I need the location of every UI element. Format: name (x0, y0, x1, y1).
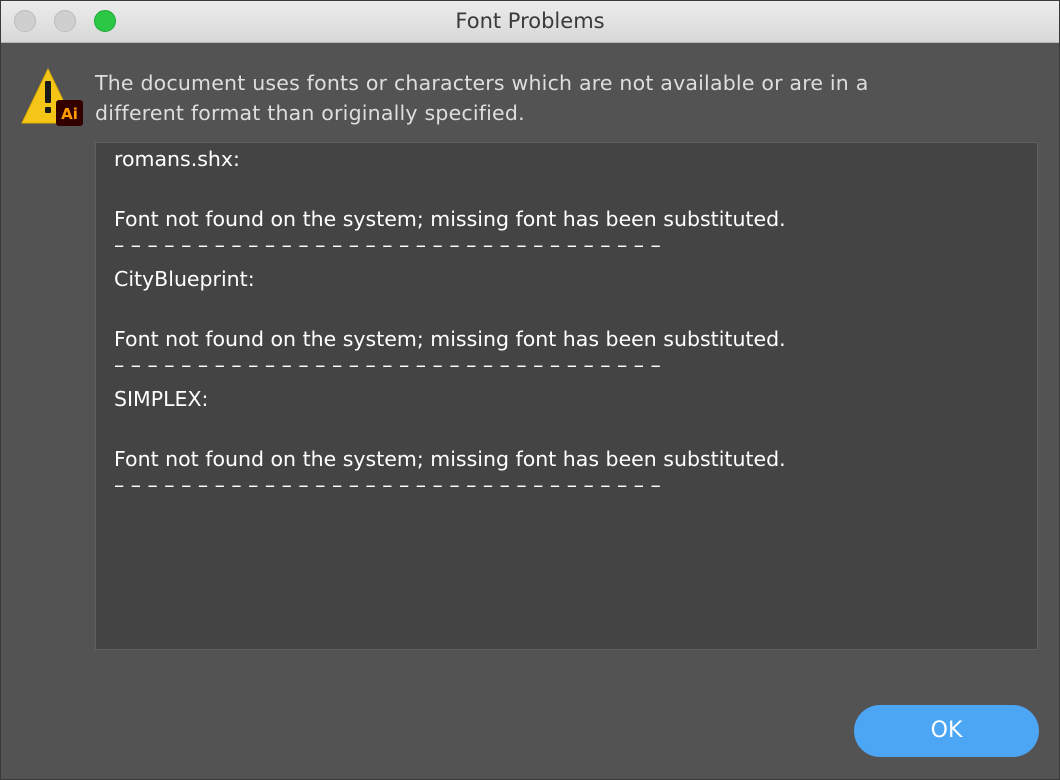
report-separator: – – – – – – – – – – – – – – – – – – – – … (114, 233, 661, 257)
report-line: Font not found on the system; missing fo… (114, 327, 786, 351)
alert-message-line-1: The document uses fonts or characters wh… (95, 71, 869, 95)
report-line: romans.shx: (114, 147, 240, 171)
warning-illustrator-icon: Ai (21, 67, 83, 126)
font-problems-dialog: Font Problems Ai The document uses fonts… (0, 0, 1060, 780)
report-line: CityBlueprint: (114, 267, 255, 291)
report-line: SIMPLEX: (114, 387, 209, 411)
alert-message-line-2: different format than originally specifi… (95, 101, 525, 125)
window-title: Font Problems (455, 9, 605, 33)
report-separator: – – – – – – – – – – – – – – – – – – – – … (114, 353, 661, 377)
ai-badge-text: Ai (61, 105, 78, 123)
report-line: Font not found on the system; missing fo… (114, 207, 786, 231)
report-line: Font not found on the system; missing fo… (114, 447, 786, 471)
title-bar[interactable]: Font Problems (1, 1, 1059, 43)
alert-message: The document uses fonts or characters wh… (95, 68, 995, 128)
report-separator: – – – – – – – – – – – – – – – – – – – – … (114, 473, 661, 497)
font-report-textbox[interactable]: romans.shx: Font not found on the system… (95, 142, 1038, 650)
ok-button[interactable]: OK (854, 705, 1039, 757)
